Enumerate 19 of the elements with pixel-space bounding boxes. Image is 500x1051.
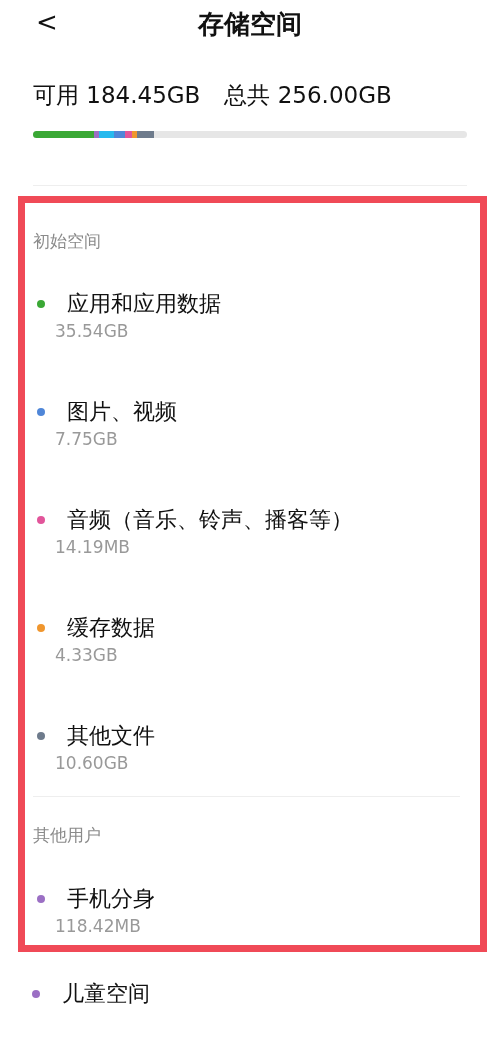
category-name[interactable]: 应用和应用数据 [67, 288, 221, 320]
section-label: 初始空间 [33, 230, 101, 251]
category-size: 14.19MB [55, 536, 131, 558]
category-name[interactable]: 音频（音乐、铃声、播客等） [67, 504, 353, 536]
section-label: 其他用户 [33, 825, 101, 845]
total-space: 总共 256.00GB [224, 81, 392, 110]
category-name[interactable]: 缓存数据 [67, 612, 155, 644]
category-name[interactable]: 儿童空间 [62, 977, 150, 1010]
category-name[interactable]: 其他文件 [67, 720, 155, 752]
category-size: 118.42MB [55, 914, 142, 937]
category-size: 10.60GB [55, 752, 130, 774]
category-name[interactable]: 图片、视频 [67, 396, 177, 428]
category-size: 7.75GB [55, 428, 119, 450]
category-name[interactable]: 手机分身 [67, 882, 155, 915]
category-size: 35.54GB [55, 320, 130, 342]
available-space: 可用 184.45GB [33, 81, 201, 110]
category-size: 4.33GB [55, 644, 119, 666]
back-button[interactable]: < [30, 4, 64, 40]
page-title: 存储空间 [198, 8, 302, 41]
